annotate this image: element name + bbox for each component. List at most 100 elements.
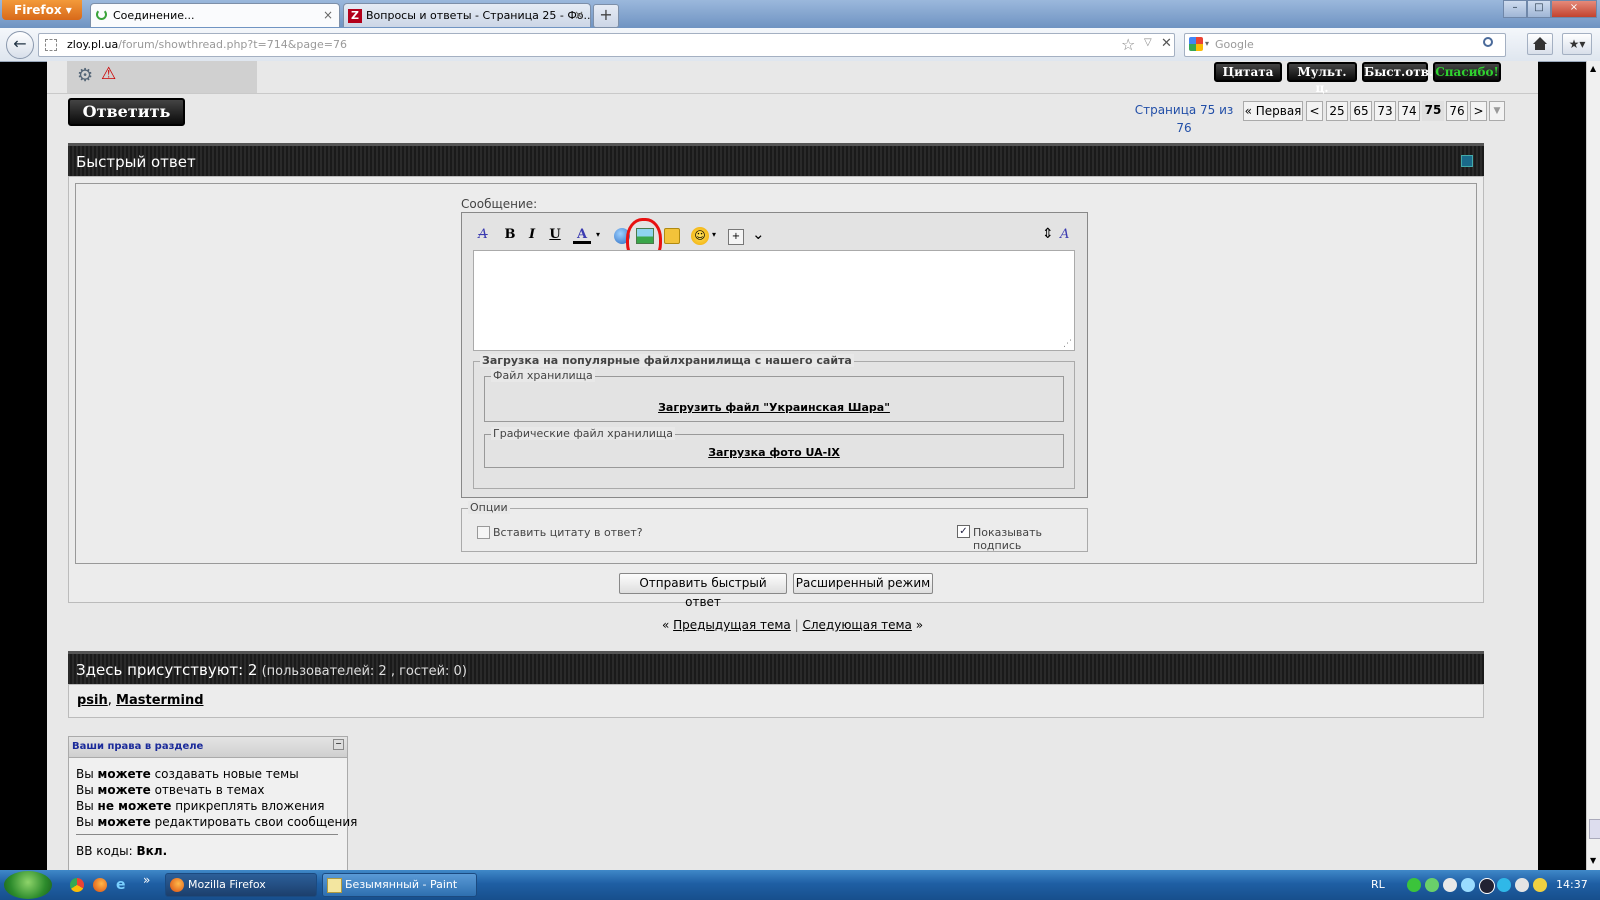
back-button[interactable]: ← [6, 31, 34, 59]
submit-quick-reply-button[interactable]: Отправить быстрый ответ [619, 573, 787, 609]
underline-button[interactable]: U [546, 226, 564, 244]
online-user-link[interactable]: Mastermind [116, 693, 203, 708]
scroll-down-icon[interactable]: ▼ [1590, 856, 1596, 865]
tab-close-icon[interactable]: × [323, 4, 333, 27]
next-thread-link[interactable]: Следующая тема [802, 618, 911, 632]
language-indicator[interactable]: RL [1371, 878, 1385, 891]
start-button[interactable] [4, 871, 52, 899]
rights-line-action: редактировать свои сообщения [150, 815, 358, 829]
quote-checkbox[interactable] [477, 526, 490, 539]
scroll-thumb[interactable] [1589, 819, 1600, 839]
tab-questions[interactable]: Z Вопросы и ответы - Страница 25 - Фо...… [343, 3, 591, 27]
file-storage-box: Файл хранилища Загрузить файл "Украинска… [484, 369, 1064, 422]
font-color-dropdown-icon[interactable]: ▾ [596, 230, 600, 239]
home-button[interactable] [1527, 33, 1553, 55]
search-icon[interactable] [1483, 37, 1493, 47]
insert-video-icon[interactable] [664, 228, 680, 244]
maximize-button[interactable]: □ [1527, 0, 1551, 18]
pagination-page[interactable]: 73 [1374, 101, 1396, 121]
pagination-first-link[interactable]: « Первая [1245, 104, 1302, 118]
tab-connecting[interactable]: Соединение... × [90, 3, 340, 27]
italic-button[interactable]: I [523, 226, 541, 244]
online-user-link[interactable]: psih [77, 693, 108, 708]
pagination-prev[interactable]: < [1306, 101, 1323, 121]
pagination-page-link[interactable]: 65 [1353, 104, 1368, 118]
upload-file-link[interactable]: Загрузить файл "Украинская Шара" [485, 401, 1063, 414]
dropdown-icon[interactable]: ▽ [1144, 37, 1152, 48]
search-bar[interactable]: ▾ Google [1184, 33, 1506, 57]
home-icon-base [1535, 44, 1545, 50]
upload-photo-link[interactable]: Загрузка фото UA-IX [485, 446, 1063, 459]
switch-editor-mode-icon[interactable]: A [1060, 227, 1069, 242]
signature-checkbox[interactable]: ✓ [957, 525, 970, 538]
firefox-menu-button[interactable]: Firefox ▾ [2, 0, 82, 20]
tray-shield-icon[interactable] [1407, 878, 1421, 892]
font-color-button[interactable]: A [573, 226, 591, 244]
pagination-next-link[interactable]: > [1473, 104, 1483, 118]
new-tab-button[interactable]: + [593, 4, 619, 28]
quick-reply-button[interactable]: Быст.отв. [1362, 62, 1433, 82]
smiley-dropdown-icon[interactable]: ▾ [712, 230, 716, 239]
previous-thread-link[interactable]: Предыдущая тема [673, 618, 791, 632]
pagination-prev-link[interactable]: < [1309, 104, 1319, 118]
tray-skype-icon[interactable] [1497, 878, 1511, 892]
rights-collapse-icon[interactable]: − [333, 739, 344, 750]
pagination-page-link[interactable]: 73 [1377, 104, 1392, 118]
toolbar-more-icon[interactable]: ⌄ [752, 225, 765, 243]
tray-tools-icon[interactable] [1533, 878, 1547, 892]
pagination-page-link[interactable]: 76 [1449, 104, 1464, 118]
rights-line: Вы не можете прикреплять вложения [76, 799, 324, 813]
pagination-page-link[interactable]: 25 [1329, 104, 1344, 118]
warning-icon[interactable]: ⚠ [101, 64, 116, 84]
editor-frame: A B I U A ▾ ☺ ▾ + ⌄ ⇕ A ⋰ Загрузка на по… [461, 212, 1088, 498]
bookmarks-button[interactable]: ★▾ [1562, 33, 1592, 55]
settings-icon[interactable]: ⚙ [77, 65, 93, 86]
resize-editor-icon[interactable]: ⇕ [1042, 226, 1054, 242]
close-window-button[interactable]: × [1551, 0, 1597, 18]
tray-messenger-icon[interactable] [1425, 878, 1439, 892]
more-options-icon[interactable]: + [728, 229, 744, 245]
pagination-page[interactable]: 65 [1350, 101, 1372, 121]
tray-volume-icon[interactable] [1443, 878, 1457, 892]
firefox-icon[interactable] [93, 878, 107, 892]
tray-app-icon[interactable] [1479, 878, 1495, 894]
url-bar[interactable]: zloy.pl.ua/forum/showthread.php?t=714&pa… [38, 33, 1175, 57]
chrome-icon[interactable] [70, 878, 84, 892]
bold-button[interactable]: B [501, 226, 519, 244]
minimize-button[interactable]: – [1503, 0, 1527, 18]
collapse-icon[interactable] [1461, 155, 1473, 167]
taskbar-item-paint[interactable]: Безымянный - Paint [322, 873, 477, 897]
message-textarea[interactable]: ⋰ [473, 250, 1075, 351]
pagination-page[interactable]: 25 [1326, 101, 1348, 121]
pagination-page[interactable]: 74 [1398, 101, 1420, 121]
bookmark-star-icon[interactable]: ☆ [1121, 35, 1135, 54]
pagination-page[interactable]: 76 [1446, 101, 1468, 121]
multi-quote-button[interactable]: Мульт. ц. [1287, 62, 1357, 95]
tray-network-icon[interactable] [1461, 878, 1475, 892]
pagination-next[interactable]: > [1470, 101, 1487, 121]
paint-icon [327, 878, 342, 893]
quicklaunch-more-icon[interactable]: » [143, 873, 150, 887]
quote-button[interactable]: Цитата [1214, 62, 1282, 82]
advanced-mode-button[interactable]: Расширенный режим [793, 573, 933, 594]
taskbar-item-firefox[interactable]: Mozilla Firefox [165, 873, 317, 897]
pagination-first[interactable]: « Первая [1243, 101, 1303, 121]
thanks-button[interactable]: Спасибо! [1433, 62, 1501, 82]
tray-update-icon[interactable] [1515, 878, 1529, 892]
smiley-icon[interactable]: ☺ [691, 227, 709, 245]
pagination-menu-icon[interactable]: ▼ [1489, 101, 1505, 121]
tab-close-icon[interactable]: × [574, 4, 584, 27]
textarea-resize-grip[interactable]: ⋰ [1063, 339, 1072, 349]
stop-icon[interactable]: ✕ [1161, 36, 1172, 51]
ie-icon[interactable]: e [116, 877, 126, 893]
pagination-page-link[interactable]: 74 [1401, 104, 1416, 118]
rights-line-action: отвечать в темах [150, 783, 265, 797]
reply-button[interactable]: Ответить [68, 98, 185, 126]
url-text: zloy.pl.ua/forum/showthread.php?t=714&pa… [67, 34, 347, 56]
online-users-header: Здесь присутствуют: 2 (пользователей: 2 … [68, 651, 1484, 687]
page-scrollbar[interactable]: ▲ ▼ [1586, 61, 1600, 870]
scroll-up-icon[interactable]: ▲ [1590, 64, 1596, 73]
system-clock[interactable]: 14:37 [1556, 878, 1588, 891]
online-users-names: psih, Mastermind [77, 693, 204, 708]
clear-format-icon[interactable]: A [474, 226, 492, 244]
